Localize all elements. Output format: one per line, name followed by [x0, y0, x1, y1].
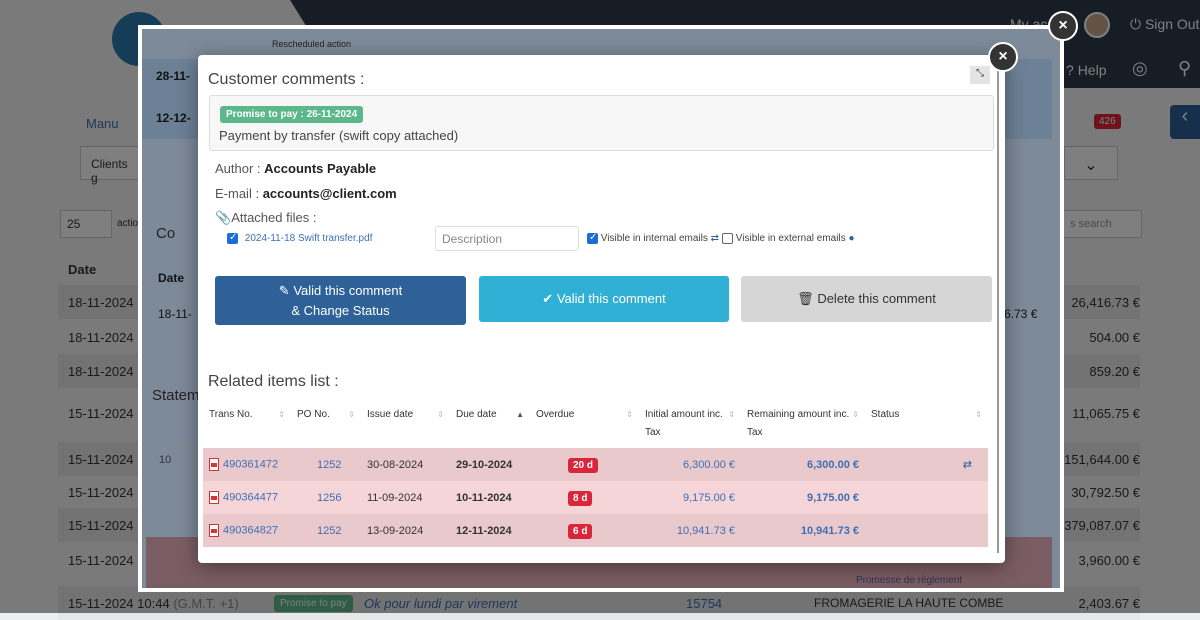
col-overdue[interactable]: Overdue ⇕ — [530, 400, 639, 448]
trans-link[interactable]: 490364477 — [223, 491, 278, 503]
comment-text: Payment by transfer (swift copy attached… — [219, 128, 459, 143]
col-due-date[interactable]: Due date ▲ — [450, 400, 530, 448]
issue-date: 13-09-2024 — [367, 524, 424, 537]
comment-modal: Customer comments : ⤡ Promise to pay : 2… — [198, 55, 1005, 563]
edit-icon: ✎ — [278, 282, 290, 298]
table-row: 490364477 1256 11-09-2024 10-11-2024 8 d… — [203, 481, 988, 514]
author-row: Author : Accounts Payable — [215, 161, 377, 176]
date-header: Date — [158, 271, 185, 285]
overdue-badge: 8 d — [568, 490, 593, 506]
overdue-badge: 6 d — [568, 523, 593, 539]
overdue-cell: 20 d — [530, 448, 639, 481]
overdue-cell: 6 d — [530, 514, 639, 547]
remaining-amount: 6,300.00 € — [807, 458, 859, 471]
due-date: 12-11-2024 — [456, 524, 512, 537]
rescheduled-label: Rescheduled action — [272, 39, 352, 49]
attached-file: 2024-11-18 Swift transfer.pdf — [227, 232, 373, 244]
delete-comment-button[interactable]: 🗑 Delete this comment — [741, 276, 992, 322]
col-status[interactable]: Status ⇕ — [865, 400, 988, 448]
col-po-no[interactable]: PO No. ⇕ — [291, 400, 361, 448]
po-link[interactable]: 1252 — [291, 514, 361, 547]
trans-link[interactable]: 490364827 — [223, 524, 278, 536]
due-date: 10-11-2024 — [456, 491, 512, 504]
trans-link[interactable]: 490361472 — [223, 458, 278, 470]
pdf-icon[interactable] — [209, 491, 219, 504]
col-initial-amount[interactable]: ⇕ Initial amount inc. Tax — [639, 400, 741, 448]
comment-icon: ● — [848, 233, 855, 245]
initial-amount: 6,300.00 € — [683, 458, 735, 471]
overdue-cell: 8 d — [530, 481, 639, 514]
col-trans-no[interactable]: Trans No. ⇕ — [203, 400, 291, 448]
visible-internal-option[interactable]: Visible in internal emails ⇄ — [587, 232, 720, 245]
statement-title: Statem — [152, 387, 200, 404]
valid-and-change-status-button[interactable]: ✎ Valid this comment & Change Status — [215, 276, 466, 325]
due-date: 29-10-2024 — [456, 458, 513, 471]
collapse-icon[interactable]: ⤡ — [970, 66, 990, 84]
remaining-amount: 9,175.00 € — [807, 491, 859, 504]
col-issue-date[interactable]: Issue date ⇕ — [361, 400, 450, 448]
related-items-title: Related items list : — [208, 373, 339, 390]
table-row: 490364827 1252 13-09-2024 12-11-2024 6 d… — [203, 514, 988, 547]
pdf-icon[interactable] — [209, 524, 219, 537]
initial-amount: 10,941.73 € — [676, 524, 735, 537]
comment-box: Promise to pay : 26-11-2024 Payment by t… — [209, 95, 994, 151]
issue-date: 11-09-2024 — [367, 491, 423, 504]
attached-files-label: 📎Attached files : — [215, 210, 317, 225]
related-items-table: Trans No. ⇕ PO No. ⇕ Issue date ⇕ Due date ▲… — [203, 400, 988, 547]
exchange-icon[interactable]: ⇄ — [865, 448, 988, 481]
po-link[interactable]: 1256 — [291, 481, 361, 514]
description-input[interactable]: Description — [435, 226, 579, 251]
row-amount: 6.73 € — [1004, 307, 1038, 321]
promise-badge: Promise to pay : 26-11-2024 — [220, 106, 364, 123]
paperclip-icon: 📎 — [215, 210, 232, 225]
check-icon: ✔ — [542, 291, 554, 306]
valid-comment-button[interactable]: ✔ Valid this comment — [479, 276, 729, 322]
exchange-icon: ⇄ — [710, 233, 720, 245]
visible-external-checkbox[interactable] — [722, 233, 733, 244]
visible-external-option[interactable]: Visible in external emails ● — [722, 233, 854, 244]
col-remaining-amount[interactable]: ⇕ Remaining amount inc. Tax — [741, 400, 865, 448]
table-row: 490361472 1252 30-08-2024 29-10-2024 20 … — [203, 448, 988, 481]
modal-close-button[interactable]: × — [988, 42, 1018, 72]
pdf-icon[interactable] — [209, 458, 219, 471]
initial-amount: 9,175.00 € — [683, 491, 735, 504]
file-link[interactable]: 2024-11-18 Swift transfer.pdf — [245, 233, 373, 244]
trash-icon: 🗑 — [797, 291, 814, 306]
scrollbar[interactable] — [997, 63, 999, 553]
overdue-badge: 20 d — [568, 457, 599, 473]
remaining-amount: 10,941.73 € — [800, 524, 859, 537]
visible-internal-checkbox[interactable] — [587, 232, 598, 244]
row-date: 18-11- — [158, 307, 192, 321]
comments-title: Co — [156, 225, 176, 242]
email-row: E-mail : accounts@client.com — [215, 186, 397, 201]
per-page-select[interactable]: 10 — [152, 447, 198, 473]
file-checkbox[interactable] — [227, 232, 238, 244]
po-link[interactable]: 1252 — [291, 448, 361, 481]
issue-date: 30-08-2024 — [367, 458, 424, 471]
modal-title: Customer comments : — [208, 71, 365, 88]
outer-close-button[interactable]: × — [1048, 11, 1078, 41]
